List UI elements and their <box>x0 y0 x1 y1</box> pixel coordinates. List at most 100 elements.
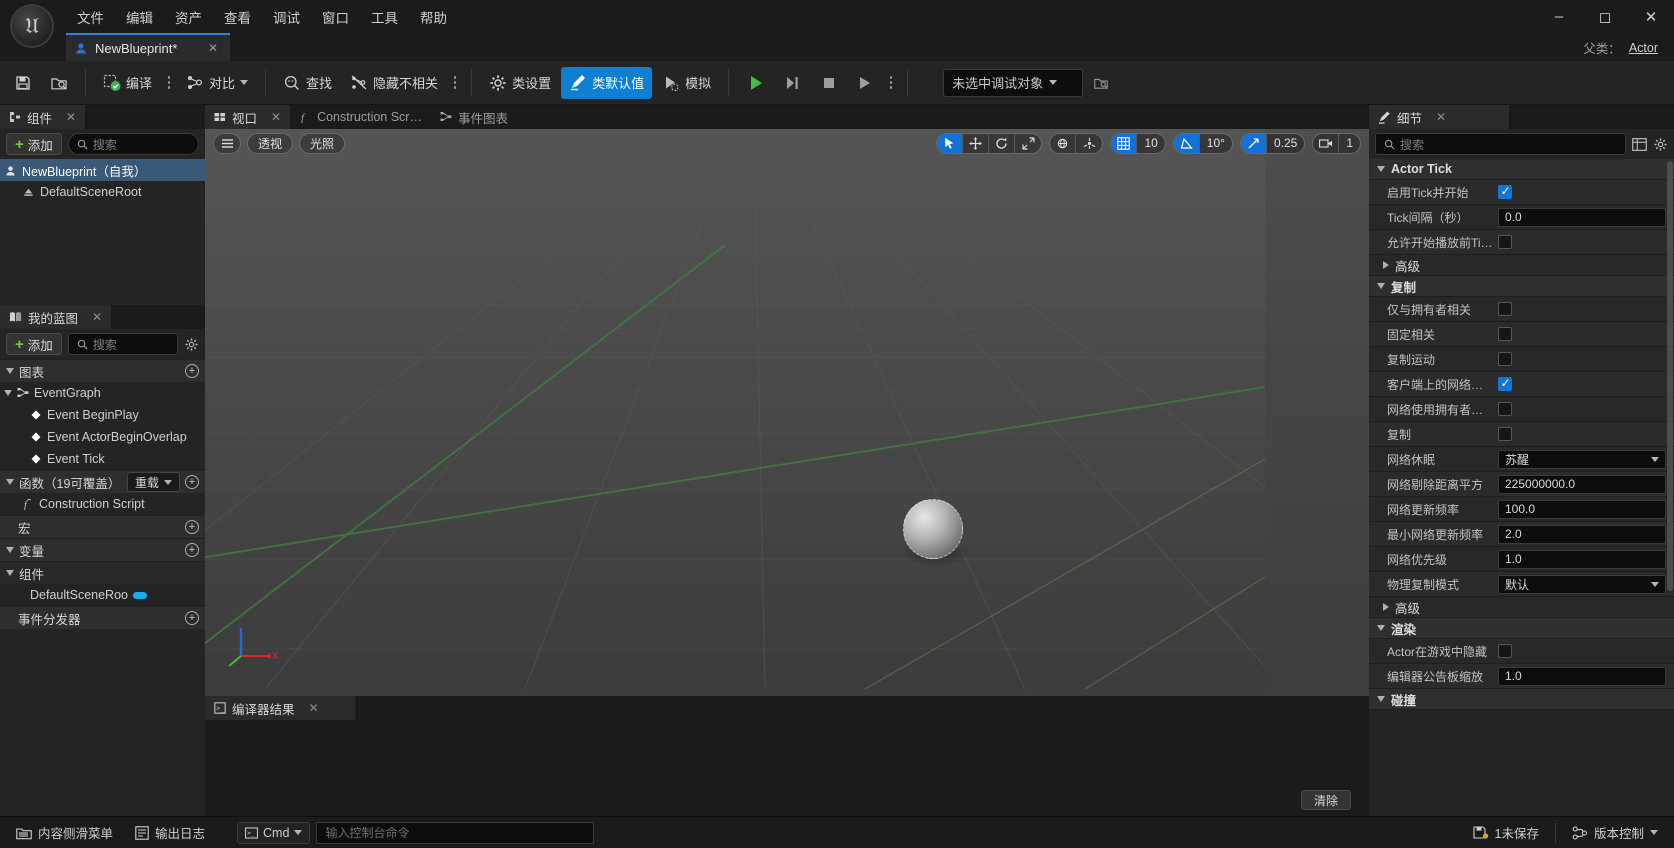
clear-button[interactable]: 清除 <box>1300 790 1351 810</box>
console-command-type-select[interactable]: >_ Cmd <box>237 821 311 844</box>
compiler-results-list[interactable]: 清除 <box>205 720 1369 816</box>
add-component-button[interactable]: + 添加 <box>6 133 62 155</box>
close-icon[interactable]: ✕ <box>309 701 319 715</box>
menu-item-tools[interactable]: 工具 <box>360 2 409 32</box>
source-control-button[interactable]: 版本控制 <box>1564 821 1666 845</box>
hide-unrelated-options-button[interactable] <box>448 67 462 99</box>
world-coords-icon[interactable] <box>1050 133 1077 153</box>
console-command-input[interactable]: 输入控制台命令 <box>316 821 595 844</box>
menu-item-file[interactable]: 文件 <box>66 2 115 32</box>
close-icon[interactable]: ✕ <box>1628 0 1674 33</box>
select-tool-icon[interactable] <box>937 133 964 153</box>
unsaved-changes-button[interactable]: 1未保存 <box>1465 821 1547 845</box>
section-graphs[interactable]: 图表 + <box>0 359 205 382</box>
details-checkbox[interactable] <box>1498 376 1512 391</box>
tab-components[interactable]: 组件 ✕ <box>0 105 86 129</box>
stop-button[interactable] <box>812 67 846 99</box>
camera-speed-value[interactable]: 1 <box>1339 134 1360 153</box>
menu-item-edit[interactable]: 编辑 <box>115 2 164 32</box>
content-drawer-button[interactable]: 内容侧滑菜单 <box>8 821 121 845</box>
add-event-dispatcher-button[interactable]: + <box>185 611 199 625</box>
section-components[interactable]: 组件 <box>0 561 205 584</box>
details-scrollbar[interactable] <box>1667 161 1673 591</box>
section-event-dispatchers[interactable]: 事件分发器 + <box>0 606 205 629</box>
output-log-button[interactable]: 输出日志 <box>127 821 213 845</box>
move-tool-icon[interactable] <box>963 133 990 153</box>
tab-my-blueprint[interactable]: 我的蓝图 ✕ <box>0 305 112 329</box>
add-graph-button[interactable]: + <box>185 364 199 378</box>
add-function-button[interactable]: + <box>185 475 199 489</box>
details-text-input[interactable]: 1.0 <box>1498 666 1666 686</box>
section-variables[interactable]: 变量 + <box>0 538 205 561</box>
angle-snap-icon[interactable] <box>1173 133 1200 153</box>
details-search-input[interactable]: 搜索 <box>1375 133 1626 155</box>
scale-tool-icon[interactable] <box>1015 134 1041 153</box>
components-search-input[interactable]: 搜索 <box>67 133 199 155</box>
viewport-perspective-button[interactable]: 透视 <box>247 132 294 154</box>
scale-snap-icon[interactable] <box>1240 133 1267 153</box>
details-subcategory-advanced[interactable]: 高级 <box>1369 597 1674 618</box>
close-icon[interactable]: ✕ <box>1436 110 1446 124</box>
viewport-lit-button[interactable]: 光照 <box>299 132 346 154</box>
details-category-1[interactable]: 复制 <box>1369 276 1674 297</box>
browse-to-asset-button[interactable] <box>42 67 76 99</box>
play-options-button[interactable] <box>884 67 898 99</box>
tree-item-construction-script[interactable]: f Construction Script <box>0 493 205 515</box>
details-checkbox[interactable] <box>1498 302 1512 316</box>
columns-icon[interactable] <box>1632 137 1647 152</box>
details-text-input[interactable]: 2.0 <box>1498 524 1666 544</box>
my-blueprint-settings-icon[interactable] <box>184 337 199 352</box>
tree-item-event-beginplay[interactable]: Event BeginPlay <box>0 404 205 426</box>
details-property-list[interactable]: Actor Tick 启用Tick并开始 Tick间隔（秒） 0.0 允许开始播放前Ti… <box>1369 159 1674 816</box>
my-blueprint-search-input[interactable]: 搜索 <box>67 333 178 355</box>
unreal-engine-logo-icon[interactable]: 𝔘 <box>10 4 54 48</box>
details-text-input[interactable]: 0.0 <box>1498 207 1666 227</box>
class-settings-button[interactable]: 类设置 <box>481 67 559 99</box>
add-variable-button[interactable]: + <box>185 543 199 557</box>
scale-snap-value[interactable]: 0.25 <box>1267 134 1304 153</box>
grid-snap-icon[interactable] <box>1111 133 1138 153</box>
tree-item-event-actorbeginoverlap[interactable]: Event ActorBeginOverlap <box>0 426 205 448</box>
section-functions[interactable]: 函数（19可覆盖） 重载 + <box>0 470 205 493</box>
tree-item-defaultsceneroo[interactable]: DefaultSceneRoo <box>0 584 205 606</box>
override-dropdown[interactable]: 重载 <box>126 472 180 492</box>
camera-icon[interactable] <box>1313 133 1340 153</box>
play-button[interactable] <box>738 67 774 99</box>
close-icon[interactable]: ✕ <box>66 110 76 124</box>
details-checkbox[interactable] <box>1498 402 1512 416</box>
component-item-newblueprint[interactable]: NewBlueprint（自我） <box>0 159 205 181</box>
tab-event-graph[interactable]: 事件图表 <box>430 105 517 129</box>
debug-object-select[interactable]: 未选中调试对象 <box>943 68 1084 97</box>
details-select[interactable]: 苏醒 <box>1498 449 1666 469</box>
section-macros[interactable]: 宏 + <box>0 515 205 538</box>
details-checkbox[interactable] <box>1498 184 1512 199</box>
menu-item-window[interactable]: 窗口 <box>311 2 360 32</box>
compile-options-button[interactable] <box>162 67 176 99</box>
details-text-input[interactable]: 225000000.0 <box>1498 474 1666 494</box>
menu-item-debug[interactable]: 调试 <box>262 2 311 32</box>
details-subcategory-advanced[interactable]: 高级 <box>1369 255 1674 276</box>
details-checkbox[interactable] <box>1498 327 1512 341</box>
close-icon[interactable]: ✕ <box>92 310 102 324</box>
add-new-button[interactable]: + 添加 <box>6 333 62 355</box>
details-text-input[interactable]: 100.0 <box>1498 499 1666 519</box>
tree-item-event-tick[interactable]: Event Tick <box>0 448 205 470</box>
maximize-icon[interactable]: ◻ <box>1582 0 1628 33</box>
find-button[interactable]: 查找 <box>275 67 340 99</box>
add-macro-button[interactable]: + <box>185 520 199 534</box>
viewport-menu-icon[interactable] <box>213 132 241 154</box>
details-category-3[interactable]: 碰撞 <box>1369 689 1674 710</box>
compile-button[interactable]: 编译 <box>95 67 160 99</box>
save-button[interactable] <box>6 67 40 99</box>
details-checkbox[interactable] <box>1498 235 1512 249</box>
angle-snap-value[interactable]: 10° <box>1200 134 1232 153</box>
parent-class-link[interactable]: Actor <box>1629 41 1658 55</box>
close-icon[interactable]: ✕ <box>271 110 281 124</box>
menu-item-help[interactable]: 帮助 <box>409 2 458 32</box>
component-item-defaultsceneroot[interactable]: DefaultSceneRoot <box>0 181 205 203</box>
details-category-0[interactable]: Actor Tick <box>1369 159 1674 180</box>
diff-button[interactable]: 对比 <box>178 67 256 99</box>
tab-viewport[interactable]: 视口 ✕ <box>205 105 291 129</box>
details-checkbox[interactable] <box>1498 644 1512 658</box>
menu-item-view[interactable]: 查看 <box>213 2 262 32</box>
